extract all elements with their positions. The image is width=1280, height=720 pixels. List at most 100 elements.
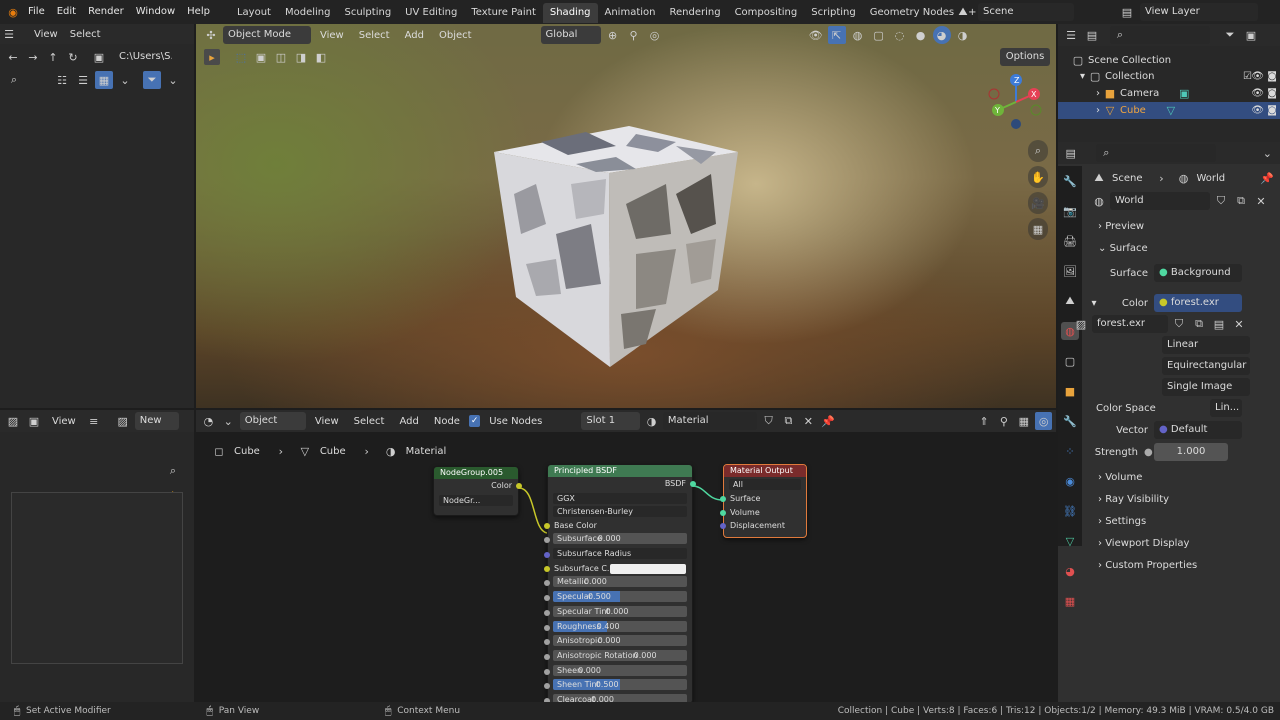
new-image-button[interactable]: New: [134, 412, 179, 430]
strength-field[interactable]: 1.000: [1154, 443, 1228, 461]
image-name-field[interactable]: forest.exr: [1092, 315, 1168, 333]
eye-icon[interactable]: 👁: [1251, 88, 1264, 99]
expand-icon[interactable]: ▾: [1080, 71, 1085, 82]
fake-user-icon[interactable]: ⛉: [1170, 315, 1188, 333]
particles-tab-icon[interactable]: ⁘: [1061, 442, 1079, 460]
subsurface-method-selector[interactable]: Christensen-Burley: [553, 505, 687, 517]
tab-compositing[interactable]: Compositing: [728, 3, 805, 23]
tab-texture-paint[interactable]: Texture Paint: [464, 3, 543, 23]
input-socket[interactable]: [544, 668, 550, 675]
view-layer-tab-icon[interactable]: 🖼: [1061, 262, 1079, 280]
select-tool-icon[interactable]: ▸: [204, 49, 220, 65]
camera-render-icon[interactable]: ◙: [1267, 105, 1277, 116]
input-socket[interactable]: [720, 509, 726, 516]
tab-layout[interactable]: Layout: [230, 3, 278, 23]
list-horizontal-icon[interactable]: ☰: [74, 71, 92, 89]
outliner-item-collection[interactable]: ▾ ▢ Collection ☑ 👁 ◙: [1058, 68, 1280, 85]
tab-uv-editing[interactable]: UV Editing: [398, 3, 464, 23]
close-icon[interactable]: ✕: [1230, 315, 1248, 333]
cube-object[interactable]: [196, 24, 1056, 408]
shading-rendered-icon[interactable]: ◑: [954, 26, 972, 44]
section-volume[interactable]: › Volume: [1084, 467, 1280, 489]
editor-type-icon[interactable]: ▤: [1062, 144, 1079, 162]
input-socket[interactable]: [720, 523, 726, 530]
object-mode-selector[interactable]: Object Mode: [223, 26, 311, 44]
output-tab-icon[interactable]: 🖨: [1061, 232, 1079, 250]
viewport-menu-object[interactable]: Object: [433, 30, 478, 41]
zoom-icon[interactable]: ⌕: [164, 462, 182, 480]
snap-icon[interactable]: ⚲: [625, 26, 643, 44]
editor-type-icon[interactable]: ▨: [4, 412, 22, 430]
tool-tab-icon[interactable]: 🔧: [1061, 172, 1079, 190]
outliner-item-camera[interactable]: › ■ Camera ▣ 👁 ◙: [1058, 85, 1280, 102]
input-socket[interactable]: [544, 624, 550, 631]
options-button[interactable]: Options: [1000, 48, 1050, 66]
value-slider[interactable]: Sheen0.000: [553, 664, 687, 676]
value-slider[interactable]: Clearcoat0.000: [553, 693, 687, 702]
input-socket[interactable]: [544, 580, 550, 587]
physics-tab-icon[interactable]: ◉: [1061, 472, 1079, 490]
node-editor[interactable]: ◔ ⌄ Object View Select Add Node ✓ Use No…: [196, 410, 1056, 702]
view-mode-icon[interactable]: ▣: [25, 412, 43, 430]
eye-icon[interactable]: 👁: [1251, 71, 1264, 82]
value-slider[interactable]: Specular Tint0.000: [553, 605, 687, 617]
input-socket[interactable]: [544, 595, 550, 602]
surface-shader-field[interactable]: ● Background: [1154, 264, 1242, 282]
vector-field[interactable]: ● Default: [1154, 421, 1242, 439]
pin-icon[interactable]: 📌: [1258, 169, 1276, 187]
tab-scripting[interactable]: Scripting: [804, 3, 862, 23]
world-name-field[interactable]: World: [1110, 192, 1210, 210]
input-socket[interactable]: [544, 565, 550, 572]
node-material-output[interactable]: Material Output All Surface Volume Displ…: [720, 464, 807, 538]
menu-window[interactable]: Window: [130, 0, 181, 24]
visibility-icon[interactable]: 👁: [807, 26, 825, 44]
pan-hand-icon[interactable]: ✋: [1028, 166, 1048, 188]
properties-search[interactable]: ⌕: [1096, 144, 1216, 162]
new-folder-icon[interactable]: ▣: [90, 48, 108, 66]
menu-render[interactable]: Render: [82, 0, 130, 24]
ie-menu-view[interactable]: View: [46, 416, 82, 427]
scene-tab-icon[interactable]: ⛰: [1061, 292, 1079, 310]
image-browse-icon[interactable]: ▨: [114, 412, 132, 430]
xray-icon[interactable]: ▢: [870, 26, 888, 44]
expand-icon[interactable]: ›: [1096, 88, 1100, 99]
node-group-selector[interactable]: NodeGr...: [439, 494, 513, 506]
tab-rendering[interactable]: Rendering: [662, 3, 727, 23]
output-socket[interactable]: [516, 483, 522, 489]
close-icon[interactable]: ✕: [1252, 192, 1270, 210]
section-ray-visibility[interactable]: › Ray Visibility: [1084, 489, 1280, 511]
forward-icon[interactable]: →: [24, 48, 42, 66]
tab-geometry-nodes[interactable]: Geometry Nodes: [863, 3, 961, 23]
expand-icon[interactable]: ›: [1096, 105, 1100, 116]
fb-menu-select[interactable]: Select: [64, 29, 107, 40]
expand-icon[interactable]: ▾: [1084, 298, 1104, 309]
duplicate-icon[interactable]: ⧉: [1190, 315, 1208, 333]
select-invert-icon[interactable]: ◨: [292, 48, 310, 66]
blender-logo-icon[interactable]: ◉: [4, 3, 22, 21]
section-surface[interactable]: ⌄ Surface: [1084, 238, 1280, 260]
value-slider[interactable]: Metallic0.000: [553, 576, 687, 588]
outliner-search[interactable]: ⌕: [1110, 26, 1210, 44]
render-tab-icon[interactable]: 📷: [1061, 202, 1079, 220]
fake-user-icon[interactable]: ⛉: [1212, 192, 1230, 210]
view-layer-selector[interactable]: View Layer: [1140, 3, 1258, 21]
value-slider[interactable]: Roughness0.400: [553, 620, 687, 632]
chevron-down-icon[interactable]: ⌄: [1259, 144, 1276, 162]
parent-dir-icon[interactable]: ↑: [44, 48, 62, 66]
modifier-tab-icon[interactable]: 🔧: [1061, 412, 1079, 430]
viewport-menu-add[interactable]: Add: [399, 30, 430, 41]
3d-viewport[interactable]: ✣ Object Mode View Select Add Object Glo…: [196, 24, 1056, 408]
output-target-selector[interactable]: All: [729, 479, 801, 490]
tab-sculpting[interactable]: Sculpting: [337, 3, 398, 23]
duplicate-icon[interactable]: ⧉: [1232, 192, 1250, 210]
gizmo-icon[interactable]: ⇱: [827, 26, 846, 44]
section-preview[interactable]: › Preview: [1084, 216, 1280, 238]
texture-tab-icon[interactable]: ▦: [1061, 592, 1079, 610]
proportional-icon[interactable]: ◎: [646, 26, 664, 44]
image-canvas[interactable]: [11, 492, 183, 664]
select-subtract-icon[interactable]: ◫: [272, 48, 290, 66]
outliner-item-cube[interactable]: › ▽ Cube ▽ 👁 ◙: [1058, 102, 1280, 119]
world-browse-icon[interactable]: ◍: [1090, 192, 1108, 210]
filter-icon[interactable]: ⏷: [143, 71, 161, 89]
editor-type-icon[interactable]: ✣: [202, 26, 220, 44]
